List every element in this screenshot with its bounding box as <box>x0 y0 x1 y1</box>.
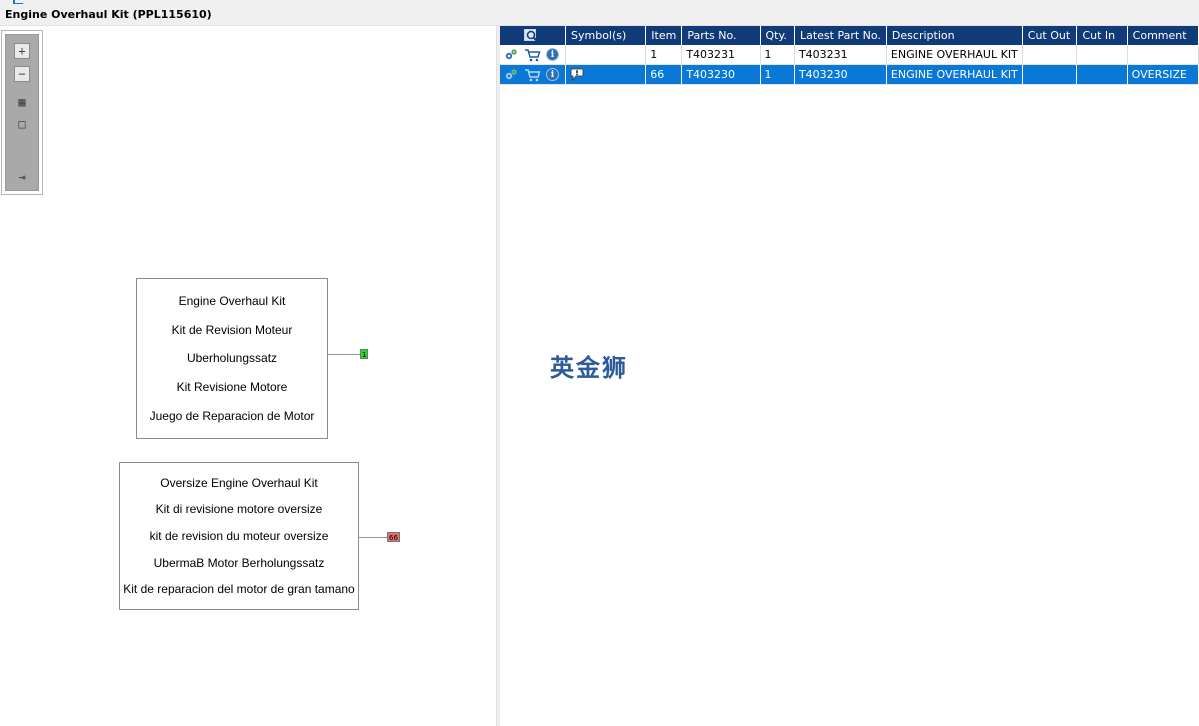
leader-line <box>328 354 360 355</box>
part-label-line: Kit de Revision Moteur <box>171 322 293 337</box>
comment-bubble-icon[interactable] <box>570 68 584 82</box>
watermark-text: 英金狮 <box>550 354 628 382</box>
description-cell: ENGINE OVERHAUL KIT <box>886 64 1023 85</box>
cart-icon[interactable] <box>524 68 541 82</box>
part-box-engine-overhaul-kit[interactable]: Engine Overhaul Kit Kit de Revision Mote… <box>136 278 328 439</box>
cut-in-cell <box>1076 64 1128 85</box>
column-header-symbols[interactable]: Symbol(s) <box>565 26 647 45</box>
column-header-latest-part-no[interactable]: Latest Part No. <box>794 26 887 45</box>
app-icon <box>13 0 23 4</box>
part-label-line: Engine Overhaul Kit <box>178 293 286 308</box>
table-header-row: Symbol(s) Item Parts No. Qty. Latest Par… <box>500 26 1199 45</box>
column-header-qty[interactable]: Qty. <box>760 26 795 45</box>
actual-size-button[interactable]: □ <box>14 116 30 132</box>
column-header-comment[interactable]: Comment <box>1127 26 1199 45</box>
part-label-line: Uberholungssatz <box>186 351 278 366</box>
cut-in-cell <box>1076 45 1128 65</box>
zoom-toolbar: + − ▦ □ ⇥ <box>1 30 43 195</box>
column-header-search[interactable] <box>500 26 566 45</box>
table-row-selected[interactable]: i 66 T403230 1 T403230 ENGINE OVERHAUL K… <box>500 64 1199 85</box>
item-tag-66[interactable]: 66 <box>387 532 400 542</box>
part-label-line: Kit de reparacion del motor de gran tama… <box>123 582 355 597</box>
export-button[interactable]: ⇥ <box>14 169 30 185</box>
gear-icon[interactable] <box>504 68 518 82</box>
table-row[interactable]: i 1 T403231 1 T403231 ENGINE OVERHAUL KI… <box>500 45 1199 65</box>
part-label-line: Kit di revisione motore oversize <box>155 502 323 517</box>
parts-no-cell: T403231 <box>681 45 761 65</box>
gear-icon[interactable] <box>504 48 518 62</box>
column-header-parts-no[interactable]: Parts No. <box>681 26 761 45</box>
part-label-line: Kit Revisione Motore <box>176 380 288 395</box>
column-header-description[interactable]: Description <box>886 26 1023 45</box>
zoom-toolbar-inner: + − ▦ □ ⇥ <box>5 34 39 191</box>
qty-cell: 1 <box>760 64 795 85</box>
parts-no-cell: T403230 <box>681 64 761 85</box>
symbols-cell <box>565 45 647 65</box>
item-cell: 1 <box>645 45 683 65</box>
latest-part-no-cell: T403230 <box>794 64 887 85</box>
info-icon[interactable]: i <box>546 68 559 81</box>
column-header-cut-in[interactable]: Cut In <box>1076 26 1128 45</box>
row-actions: i <box>500 45 566 65</box>
parts-table: Symbol(s) Item Parts No. Qty. Latest Par… <box>500 26 1199 85</box>
part-box-oversize-engine-overhaul-kit[interactable]: Oversize Engine Overhaul Kit Kit di revi… <box>119 462 359 610</box>
column-header-cut-out[interactable]: Cut Out <box>1022 26 1078 45</box>
item-cell: 66 <box>645 64 683 85</box>
comment-cell: OVERSIZE <box>1127 64 1199 85</box>
comment-cell <box>1127 45 1199 65</box>
leader-line <box>359 537 387 538</box>
cut-out-cell <box>1022 64 1078 85</box>
description-cell: ENGINE OVERHAUL KIT <box>886 45 1023 65</box>
symbols-cell <box>565 64 647 85</box>
cut-out-cell <box>1022 45 1078 65</box>
diagram-pane[interactable]: + − ▦ □ ⇥ Engine Overhaul Kit Kit de Rev… <box>0 26 496 726</box>
part-label-line: kit de revision du moteur oversize <box>149 528 329 543</box>
cart-icon[interactable] <box>524 48 541 62</box>
zoom-in-button[interactable]: + <box>14 43 30 59</box>
info-icon[interactable]: i <box>546 48 559 61</box>
parts-list-pane: Symbol(s) Item Parts No. Qty. Latest Par… <box>500 26 1199 726</box>
zoom-out-button[interactable]: − <box>14 66 30 82</box>
search-icon <box>523 28 539 43</box>
column-header-item[interactable]: Item <box>645 26 683 45</box>
row-actions: i <box>500 64 566 85</box>
part-label-line: Oversize Engine Overhaul Kit <box>160 475 318 490</box>
item-tag-1[interactable]: 1 <box>360 349 369 359</box>
part-label-line: UbermaB Motor Berholungssatz <box>153 555 325 570</box>
window-title: Engine Overhaul Kit (PPL115610) <box>5 8 212 21</box>
qty-cell: 1 <box>760 45 795 65</box>
title-bar: Engine Overhaul Kit (PPL115610) <box>0 0 1199 26</box>
latest-part-no-cell: T403231 <box>794 45 887 65</box>
fit-all-button[interactable]: ▦ <box>14 94 30 110</box>
part-label-line: Juego de Reparacion de Motor <box>149 409 315 424</box>
